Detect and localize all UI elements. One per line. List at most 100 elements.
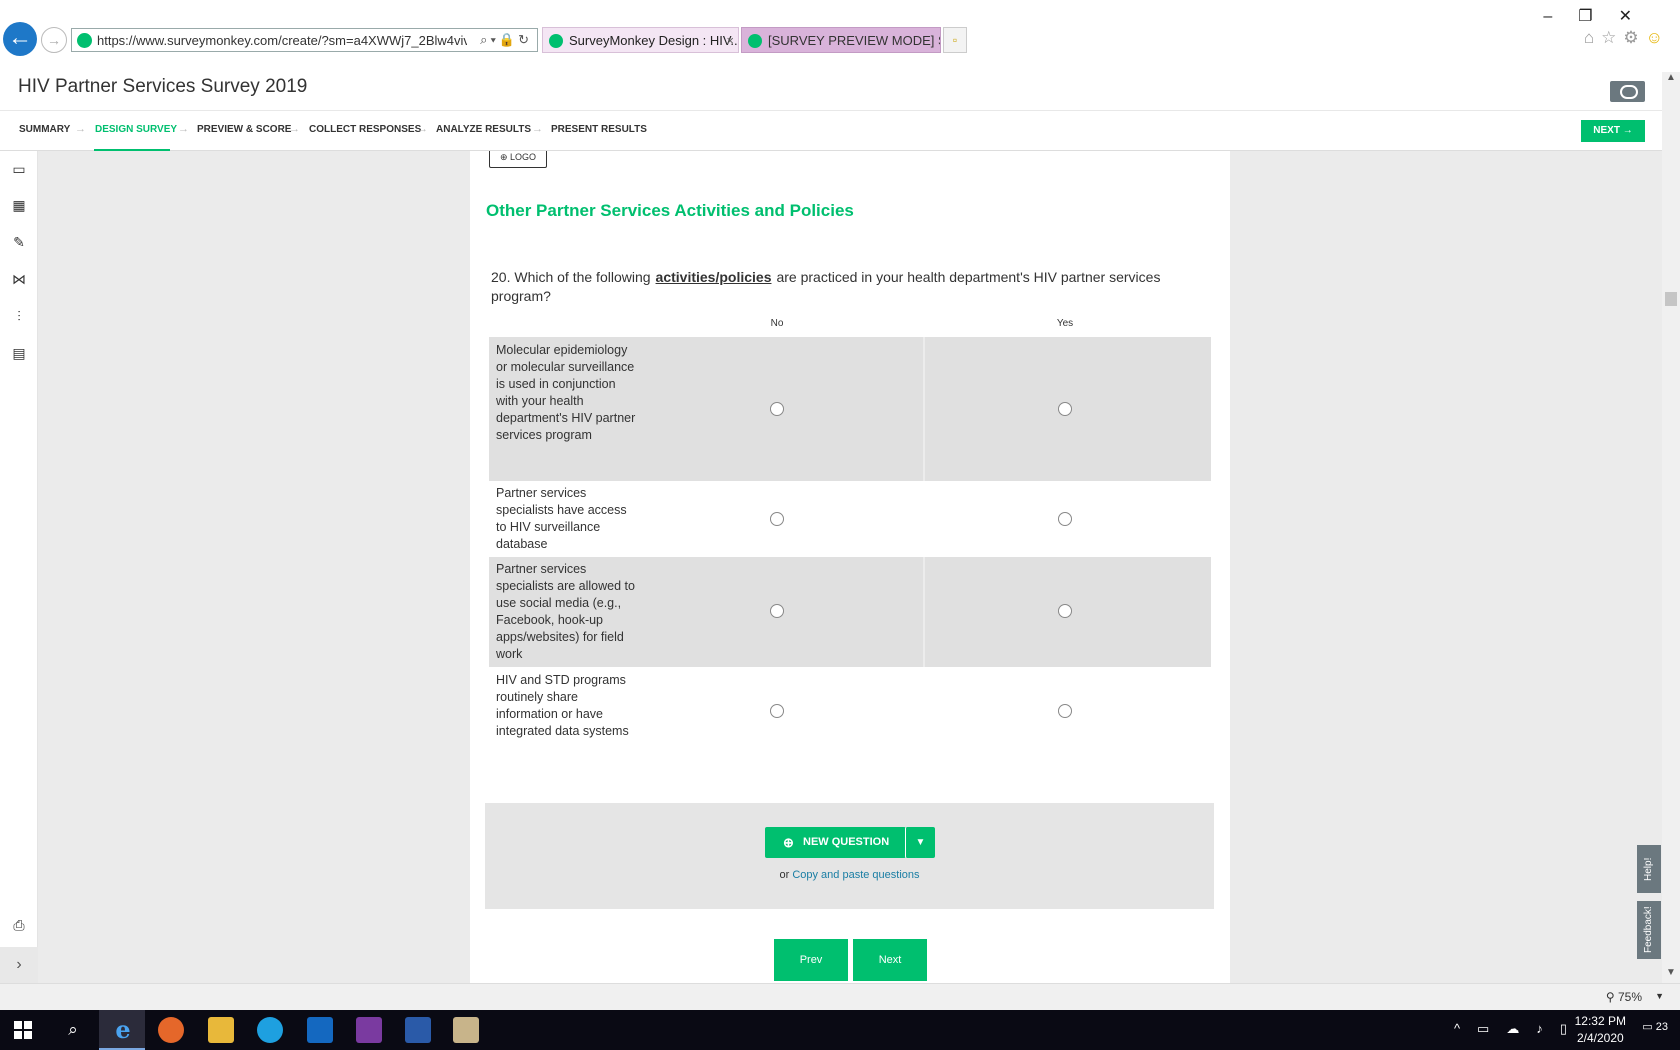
radio-yes[interactable] bbox=[1058, 512, 1072, 526]
arrow-right-icon: → bbox=[532, 123, 543, 135]
home-icon[interactable]: ⌂ bbox=[1584, 28, 1601, 47]
cloud-icon[interactable]: ☁ bbox=[1506, 1021, 1536, 1036]
nav-present-results[interactable]: PRESENT RESULTS bbox=[551, 124, 647, 135]
address-bar[interactable]: https://www.surveymonkey.com/create/?sm=… bbox=[71, 28, 538, 52]
style-brush-icon[interactable]: ✎ bbox=[11, 235, 27, 249]
battery-icon[interactable]: ▭ bbox=[1477, 1021, 1506, 1036]
print-icon[interactable]: ⎙ bbox=[11, 918, 27, 932]
notifications-icon[interactable]: ▭ 23 bbox=[1642, 1020, 1668, 1033]
file-explorer-icon[interactable] bbox=[208, 1017, 234, 1043]
browser-tools[interactable]: ⌂☆⚙☺ bbox=[1584, 28, 1670, 48]
print-layout-icon[interactable]: ▤ bbox=[11, 346, 27, 360]
chevron-up-icon[interactable]: ^ bbox=[1454, 1021, 1477, 1036]
firefox-icon[interactable] bbox=[158, 1017, 184, 1043]
comment-icon[interactable] bbox=[1610, 81, 1645, 102]
windows-taskbar: ⌕ e ^▭☁♪▯ 12:32 PM 2/4/2020 ▭ 23 bbox=[0, 1010, 1680, 1050]
question-bank-icon[interactable]: ▭ bbox=[11, 162, 27, 176]
row-label: Molecular epidemiology or molecular surv… bbox=[496, 343, 636, 442]
chevron-right-icon[interactable]: › bbox=[0, 947, 38, 983]
settings-gear-icon[interactable]: ⚙ bbox=[1623, 28, 1645, 47]
address-url[interactable]: https://www.surveymonkey.com/create/?sm=… bbox=[97, 33, 467, 48]
radio-no[interactable] bbox=[770, 512, 784, 526]
clock-time: 12:32 PM bbox=[1574, 1014, 1626, 1028]
chevron-down-icon[interactable]: ▼ bbox=[905, 827, 935, 858]
matrix-row: Partner services specialists have access… bbox=[489, 481, 1211, 557]
radio-no[interactable] bbox=[770, 704, 784, 718]
forward-arrow-icon[interactable]: → bbox=[41, 27, 67, 53]
system-tray[interactable]: ^▭☁♪▯ bbox=[1454, 1021, 1584, 1037]
nav-collect-responses[interactable]: COLLECT RESPONSES bbox=[309, 124, 421, 135]
builder-icon[interactable]: ▦ bbox=[11, 198, 27, 212]
question-emphasis: activities/policies bbox=[655, 269, 772, 285]
radio-no[interactable] bbox=[770, 604, 784, 618]
clock[interactable]: 12:32 PM 2/4/2020 bbox=[1575, 1013, 1626, 1047]
add-question-panel: NEW QUESTION ▼ or Copy and paste questio… bbox=[485, 803, 1214, 909]
outlook-icon[interactable] bbox=[307, 1017, 333, 1043]
row-label: Partner services specialists are allowed… bbox=[496, 562, 635, 661]
internet-explorer-icon[interactable]: e bbox=[110, 1017, 136, 1043]
skype-icon[interactable] bbox=[257, 1017, 283, 1043]
close-icon[interactable]: × bbox=[726, 28, 734, 52]
arrow-right-icon: → bbox=[289, 123, 300, 135]
windows-start-icon[interactable] bbox=[14, 1021, 32, 1039]
scroll-down-icon[interactable]: ▼ bbox=[1662, 967, 1680, 983]
app-header: HIV Partner Services Survey 2019 bbox=[0, 72, 1662, 110]
window-controls[interactable]: –❐✕ bbox=[1543, 6, 1658, 26]
radio-yes[interactable] bbox=[1058, 604, 1072, 618]
logic-icon[interactable]: ⋈ bbox=[11, 272, 27, 286]
radio-yes[interactable] bbox=[1058, 402, 1072, 416]
minimize-icon[interactable]: – bbox=[1543, 8, 1578, 25]
add-logo-button[interactable]: ⊕ LOGO bbox=[489, 151, 547, 168]
browser-toolbar: ← → https://www.surveymonkey.com/create/… bbox=[0, 0, 1680, 72]
new-question-button[interactable]: NEW QUESTION bbox=[765, 827, 907, 858]
surveymonkey-icon bbox=[549, 34, 563, 48]
nav-analyze-results[interactable]: ANALYZE RESULTS bbox=[436, 124, 531, 135]
copy-paste-link[interactable]: Copy and paste questions bbox=[792, 869, 919, 881]
tab-label: [SURVEY PREVIEW MODE] Surv... bbox=[768, 33, 940, 48]
feedback-tab[interactable]: Feedback! bbox=[1637, 901, 1661, 959]
question-prefix: 20. Which of the following bbox=[491, 269, 651, 285]
favorites-star-icon[interactable]: ☆ bbox=[1601, 28, 1623, 47]
surveymonkey-icon bbox=[748, 34, 762, 48]
question-text[interactable]: 20. Which of the following activities/pol… bbox=[491, 268, 1211, 306]
search-icon[interactable]: ⌕ bbox=[60, 1017, 86, 1043]
site-icon bbox=[77, 33, 92, 48]
survey-title: HIV Partner Services Survey 2019 bbox=[18, 76, 308, 97]
prev-button[interactable]: Prev bbox=[774, 939, 848, 981]
arrow-right-icon: → bbox=[417, 123, 428, 135]
search-icon[interactable]: ⌕▾🔒↻ bbox=[480, 32, 532, 48]
tab-preview[interactable]: [SURVEY PREVIEW MODE] Surv... bbox=[741, 27, 941, 53]
close-window-icon[interactable]: ✕ bbox=[1619, 8, 1658, 25]
tab-design[interactable]: SurveyMonkey Design : HIV... × bbox=[542, 27, 739, 53]
word-icon[interactable] bbox=[405, 1017, 431, 1043]
help-tab[interactable]: Help! bbox=[1637, 845, 1661, 893]
copy-paste-line: or Copy and paste questions bbox=[485, 869, 1214, 881]
copy-prefix: or bbox=[779, 869, 790, 881]
tab-label: SurveyMonkey Design : HIV... bbox=[569, 33, 739, 48]
page-title[interactable]: Other Partner Services Activities and Po… bbox=[486, 201, 854, 221]
nav-preview-score[interactable]: PREVIEW & SCORE bbox=[197, 124, 291, 135]
back-arrow-icon[interactable]: ← bbox=[3, 22, 37, 56]
scroll-thumb[interactable] bbox=[1665, 292, 1677, 306]
nav-summary[interactable]: SUMMARY bbox=[19, 124, 70, 135]
design-canvas: ⊕ LOGO Other Partner Services Activities… bbox=[38, 151, 1662, 983]
paint-icon[interactable] bbox=[453, 1017, 479, 1043]
radio-yes[interactable] bbox=[1058, 704, 1072, 718]
chevron-down-icon[interactable]: ▼ bbox=[1655, 991, 1664, 1001]
nav-design-survey[interactable]: DESIGN SURVEY bbox=[95, 124, 177, 135]
scroll-up-icon[interactable]: ▲ bbox=[1662, 72, 1680, 88]
restore-icon[interactable]: ❐ bbox=[1578, 8, 1618, 25]
next-step-button[interactable]: NEXT → bbox=[1581, 120, 1645, 142]
radio-no[interactable] bbox=[770, 402, 784, 416]
options-sliders-icon[interactable]: ⫶ bbox=[11, 309, 27, 323]
matrix-row: Molecular epidemiology or molecular surv… bbox=[489, 337, 1211, 481]
onenote-icon[interactable] bbox=[356, 1017, 382, 1043]
vertical-scrollbar[interactable]: ▲ ▼ bbox=[1662, 72, 1680, 983]
next-button[interactable]: Next bbox=[853, 939, 927, 981]
zoom-value: 75% bbox=[1617, 990, 1642, 1004]
smiley-icon[interactable]: ☺ bbox=[1646, 28, 1670, 47]
volume-icon[interactable]: ♪ bbox=[1536, 1021, 1560, 1036]
zoom-level[interactable]: ⚲ 75% bbox=[1606, 990, 1642, 1004]
row-label: Partner services specialists have access… bbox=[496, 486, 627, 551]
new-tab-icon[interactable]: ▫ bbox=[943, 27, 967, 53]
